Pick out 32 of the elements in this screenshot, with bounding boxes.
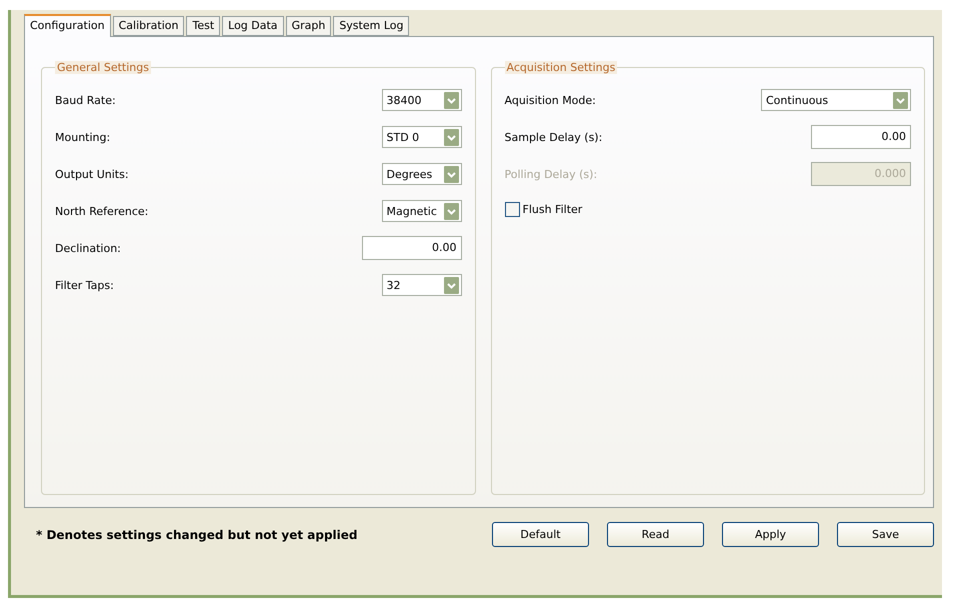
dropdown[interactable]: Continuous: [761, 89, 911, 111]
tab[interactable]: Configuration: [24, 14, 111, 37]
field-label: Baud Rate:: [55, 94, 116, 106]
field-label: Polling Delay (s):: [504, 168, 598, 180]
action-button[interactable]: Apply: [722, 522, 819, 547]
group-title: General Settings: [55, 61, 151, 74]
tab[interactable]: Log Data: [222, 16, 284, 36]
field-label: North Reference:: [55, 204, 148, 218]
input-field[interactable]: 0.00: [362, 236, 462, 260]
action-button[interactable]: Read: [607, 522, 704, 547]
checkbox-label: Flush Filter: [522, 202, 582, 216]
field-label: Output Units:: [55, 168, 129, 180]
action-button[interactable]: Save: [837, 522, 934, 547]
dropdown[interactable]: STD 0: [382, 126, 462, 148]
dropdown[interactable]: 32: [382, 274, 462, 296]
tab[interactable]: Graph: [286, 16, 332, 36]
dropdown[interactable]: Degrees: [382, 163, 462, 185]
tab[interactable]: Test: [186, 16, 220, 36]
note-text: * Denotes settings changed but not yet applied: [36, 528, 359, 542]
field-label: Aquisition Mode:: [504, 94, 596, 106]
dropdown[interactable]: 38400: [382, 89, 462, 111]
dropdown[interactable]: Magnetic: [382, 200, 462, 222]
field-label: Sample Delay (s):: [504, 130, 602, 144]
field-label: Filter Taps:: [55, 278, 114, 292]
tab[interactable]: System Log: [333, 16, 410, 36]
input-field[interactable]: 0.00: [811, 125, 911, 149]
group-title: Acquisition Settings: [504, 61, 618, 74]
action-button[interactable]: Default: [492, 522, 589, 547]
field-label: Mounting:: [55, 130, 110, 144]
tab[interactable]: Calibration: [112, 16, 184, 36]
checkbox[interactable]: [504, 202, 520, 216]
field-label: Declination:: [55, 242, 121, 254]
